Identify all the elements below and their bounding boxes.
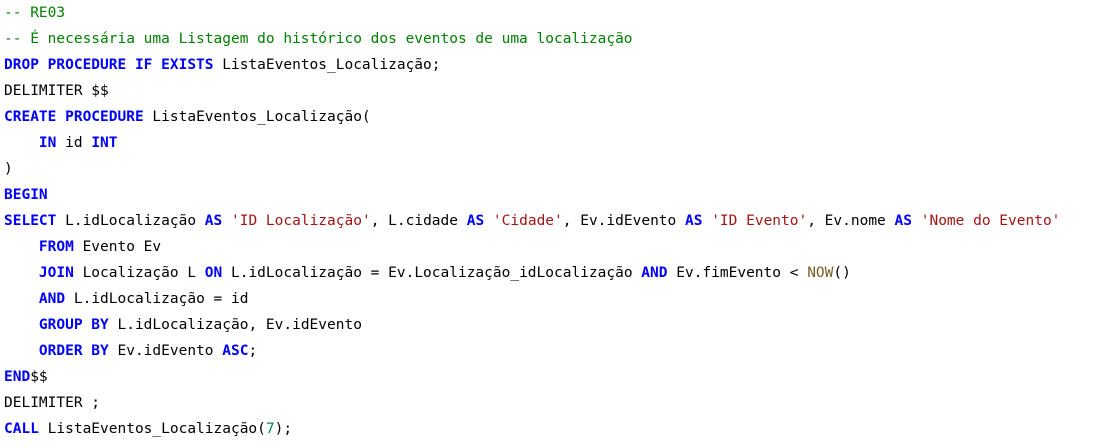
code-text-token: ); (274, 421, 293, 437)
string-literal-token: 'ID Localização' (231, 213, 371, 229)
code-line[interactable]: CREATE PROCEDURE ListaEventos_Localizaçã… (4, 104, 1099, 130)
keyword-token: DROP PROCEDURE IF EXISTS (4, 57, 214, 73)
keyword-token: CREATE PROCEDURE (4, 109, 144, 125)
code-line[interactable]: DROP PROCEDURE IF EXISTS ListaEventos_Lo… (4, 52, 1099, 78)
comment-token: -- RE03 (4, 5, 66, 21)
code-line[interactable]: IN id INT (4, 130, 1099, 156)
code-line[interactable]: END$$ (4, 364, 1099, 390)
code-text-token: ListaEventos_Localização; (213, 57, 441, 73)
keyword-token: INT (91, 135, 118, 151)
keyword-token: AS (204, 213, 223, 229)
code-text-token: id (56, 135, 92, 151)
code-text-token: Ev.idEvento (108, 343, 223, 359)
code-text-token: L.idLocalização = id (65, 291, 249, 307)
keyword-token: CALL (4, 421, 39, 437)
keyword-token: GROUP BY (38, 317, 109, 333)
keyword-token: AND (641, 265, 668, 281)
code-line[interactable]: AND L.idLocalização = id (4, 286, 1099, 312)
keyword-token: SELECT (4, 213, 57, 229)
keyword-token: ASC (222, 343, 249, 359)
function-token: NOW (807, 265, 834, 281)
code-text-token: Ev.fimEvento < (667, 265, 808, 281)
number-literal-token: 7 (265, 421, 275, 437)
code-line[interactable]: SELECT L.idLocalização AS 'ID Localizaçã… (4, 208, 1099, 234)
string-literal-token: 'ID Evento' (711, 213, 808, 229)
code-line[interactable]: ) (4, 156, 1099, 182)
code-text-token: ListaEventos_Localização( (38, 421, 266, 437)
code-line[interactable]: -- RE03 (4, 0, 1099, 26)
code-line[interactable]: DELIMITER $$ (4, 78, 1099, 104)
string-literal-token: 'Cidade' (492, 213, 563, 229)
code-text-token: L.idLocalização, Ev.idEvento (108, 317, 362, 333)
code-line[interactable]: DELIMITER ; (4, 390, 1099, 416)
keyword-token: AS (466, 213, 485, 229)
code-line[interactable]: JOIN Localização L ON L.idLocalização = … (4, 260, 1099, 286)
code-text-token: $$ (30, 369, 48, 385)
code-text-token: ) (4, 161, 13, 177)
code-text-token: , Ev.nome (807, 213, 895, 229)
keyword-token: ON (204, 265, 223, 281)
code-text-token: DELIMITER ; (4, 395, 101, 411)
code-line[interactable]: CALL ListaEventos_Localização(7); (4, 416, 1099, 442)
code-text-token: Localização L (73, 265, 205, 281)
code-line[interactable]: FROM Evento Ev (4, 234, 1099, 260)
keyword-token: JOIN (38, 265, 74, 281)
code-editor[interactable]: -- RE03 -- É necessária uma Listagem do h… (4, 0, 1099, 448)
string-literal-token: 'Nome do Evento' (920, 213, 1061, 229)
keyword-token: IN (38, 135, 57, 151)
code-text-token: Evento Ev (73, 239, 162, 255)
code-text-token: DELIMITER $$ (4, 83, 109, 99)
keyword-token: FROM (38, 239, 74, 255)
code-text-token: ; (248, 343, 258, 359)
code-text-token: L.idLocalização = Ev.Localização_idLocal… (222, 265, 642, 281)
keyword-token: AS (894, 213, 912, 229)
code-line[interactable]: -- É necessária uma Listagem do históric… (4, 26, 1099, 52)
keyword-token: END (4, 369, 31, 385)
code-text-token: , Ev.idEvento (562, 213, 685, 229)
keyword-token: BEGIN (4, 187, 48, 203)
code-line[interactable]: GROUP BY L.idLocalização, Ev.idEvento (4, 312, 1099, 338)
comment-token: -- É necessária uma Listagem do históric… (4, 31, 633, 47)
keyword-token: ORDER BY (38, 343, 109, 359)
keyword-token: AND (38, 291, 66, 307)
code-text-token: L.idLocalização (56, 213, 205, 229)
code-text-token: () (833, 265, 851, 281)
code-text-token: ListaEventos_Localização( (143, 109, 371, 125)
code-text-token: , L.cidade (370, 213, 467, 229)
keyword-token: AS (684, 213, 703, 229)
code-line[interactable]: BEGIN (4, 182, 1099, 208)
code-line[interactable]: ORDER BY Ev.idEvento ASC; (4, 338, 1099, 364)
